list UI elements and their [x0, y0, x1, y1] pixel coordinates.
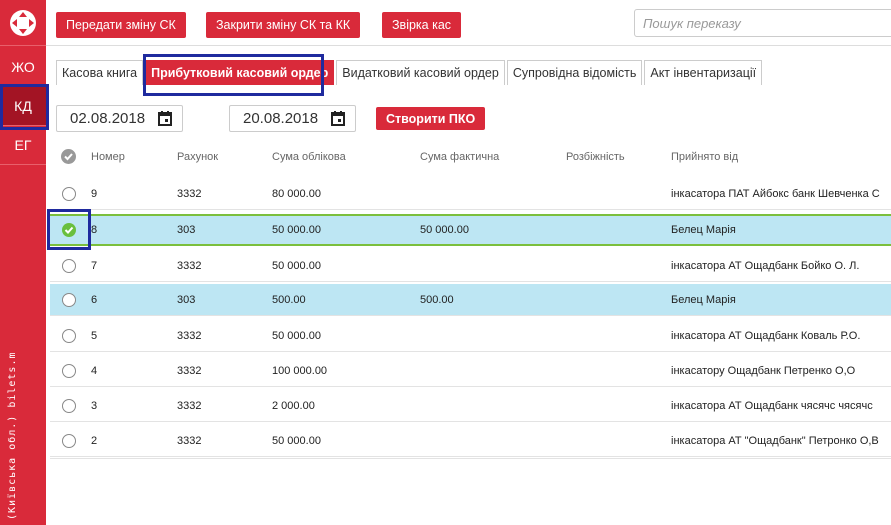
cell-sum-book: 50 000.00 [272, 434, 321, 447]
cell-sum-book: 50 000.00 [272, 329, 321, 342]
column-header-sum-book[interactable]: Сума облікова [272, 151, 346, 163]
table-header: Номер Рахунок Сума облікова Сума фактичн… [50, 140, 891, 175]
row-select-radio[interactable] [62, 292, 76, 307]
tab-inventory-act[interactable]: Акт інвентаризації [644, 60, 763, 85]
close-shift-button[interactable]: Закрити зміну СК та КК [206, 12, 361, 38]
cell-number: 7 [91, 259, 98, 272]
row-select-radio[interactable] [62, 398, 76, 413]
calendar-icon[interactable] [158, 111, 172, 126]
column-header-number[interactable]: Номер [91, 151, 125, 163]
cell-account: 3332 [177, 434, 202, 447]
table-row[interactable]: 6 303 500.00 500.00 Белец Марія [50, 284, 891, 316]
cell-sum-book: 100 000.00 [272, 364, 328, 377]
row-select-radio[interactable] [62, 433, 76, 448]
search-input[interactable] [634, 9, 891, 37]
app-logo-icon[interactable] [0, 0, 46, 46]
cell-sum-book: 500.00 [272, 293, 306, 306]
date-to-field[interactable]: 20.08.2018 [229, 105, 356, 132]
cell-account: 303 [177, 293, 196, 306]
cell-account: 3332 [177, 364, 202, 377]
cell-number: 8 [91, 224, 98, 236]
cell-account: 3332 [177, 399, 202, 412]
sidebar-item-eg[interactable]: ЕГ [0, 126, 46, 164]
cell-number: 9 [91, 187, 98, 200]
cell-number: 4 [91, 364, 98, 377]
row-select-radio[interactable] [62, 186, 76, 201]
tab-income-order[interactable]: Прибутковий касовий ордер [145, 60, 335, 85]
sidebar-item-zho[interactable]: ЖО [0, 48, 46, 86]
cell-account: 3332 [177, 259, 202, 272]
row-select-check-icon[interactable] [62, 223, 76, 237]
table-row[interactable]: 3 3332 2 000.00 інкасатора АТ Ощадбанк чяся… [50, 390, 891, 422]
date-from-field[interactable]: 02.08.2018 [56, 105, 183, 132]
cell-received-from: інкасатора АТ Ощадбанк Бойко О. Л. [671, 259, 860, 272]
cell-sum-actual: 500.00 [420, 293, 454, 306]
column-header-diff[interactable]: Розбіжність [566, 151, 625, 163]
cell-account: 3332 [177, 187, 202, 200]
cell-received-from: Белец Марія [671, 224, 736, 236]
app-root: ЖО КД ЕГ (Київська обл.) bilets.m Переда… [0, 0, 891, 525]
cell-received-from: інкасатора АТ Ощадбанк Коваль Р.О. [671, 329, 861, 342]
column-header-sum-actual[interactable]: Сума фактична [420, 151, 499, 163]
table-row[interactable]: 5 3332 50 000.00 інкасатора АТ Ощадбанк Ков… [50, 320, 891, 352]
tab-accompanying-list[interactable]: Супровідна відомість [506, 60, 643, 85]
tab-expense-order[interactable]: Видатковий касовий ордер [336, 60, 505, 85]
cell-sum-book: 80 000.00 [272, 187, 321, 200]
reconcile-cash-button[interactable]: Звірка кас [382, 12, 462, 38]
sidebar-item-kd[interactable]: КД [0, 87, 46, 125]
row-select-radio[interactable] [62, 363, 76, 378]
cell-sum-book: 50 000.00 [272, 224, 321, 236]
cell-number: 2 [91, 434, 98, 447]
cell-number: 5 [91, 329, 98, 342]
column-header-account[interactable]: Рахунок [177, 151, 218, 163]
tab-bar: Касова книга Прибутковий касовий ордер В… [56, 60, 764, 85]
table-row[interactable]: 9 3332 80 000.00 інкасатора ПАТ Айбокс банк… [50, 178, 891, 210]
cell-received-from: інкасатору Ощадбанк Петренко О,О [671, 364, 856, 377]
cell-sum-book: 2 000.00 [272, 399, 315, 412]
cell-received-from: інкасатора АТ "Ощадбанк" Петронко О,В [671, 434, 879, 447]
column-header-received-from[interactable]: Прийнято від [671, 151, 738, 163]
cell-number: 3 [91, 399, 98, 412]
row-select-radio[interactable] [62, 258, 76, 273]
table-row[interactable]: 4 3332 100 000.00 інкасатору Ощадбанк Петре… [50, 355, 891, 387]
calendar-icon[interactable] [331, 111, 345, 126]
cell-received-from: Белец Марія [671, 293, 736, 306]
table-row[interactable]: 8 303 50 000.00 50 000.00 Белец Марія [50, 214, 891, 246]
table-row[interactable]: 7 3332 50 000.00 інкасатора АТ Ощадбанк Бой… [50, 250, 891, 282]
cell-received-from: інкасатора АТ Ощадбанк чясячс чясячс [671, 399, 873, 412]
table-row[interactable]: 2 3332 50 000.00 інкасатора АТ "Ощадбанк" П… [50, 425, 891, 457]
cell-sum-actual: 50 000.00 [420, 224, 469, 236]
cell-account: 303 [177, 224, 196, 236]
user-location-label: (Київська обл.) bilets.m [7, 351, 18, 521]
create-pko-button[interactable]: Створити ПКО [376, 107, 486, 130]
cell-account: 3332 [177, 329, 202, 342]
cell-received-from: інкасатора ПАТ Айбокс банк Шевченка С [671, 187, 880, 200]
sidebar-divider [0, 164, 46, 165]
table-bottom-border [50, 458, 891, 459]
cell-number: 6 [91, 293, 98, 306]
select-all-check-icon[interactable] [61, 149, 76, 164]
tab-cash-book[interactable]: Касова книга [56, 60, 144, 85]
row-select-radio[interactable] [62, 328, 76, 343]
sidebar: ЖО КД ЕГ (Київська обл.) bilets.m [0, 0, 46, 525]
cell-sum-book: 50 000.00 [272, 259, 321, 272]
transfer-shift-button[interactable]: Передати зміну СК [56, 12, 186, 38]
